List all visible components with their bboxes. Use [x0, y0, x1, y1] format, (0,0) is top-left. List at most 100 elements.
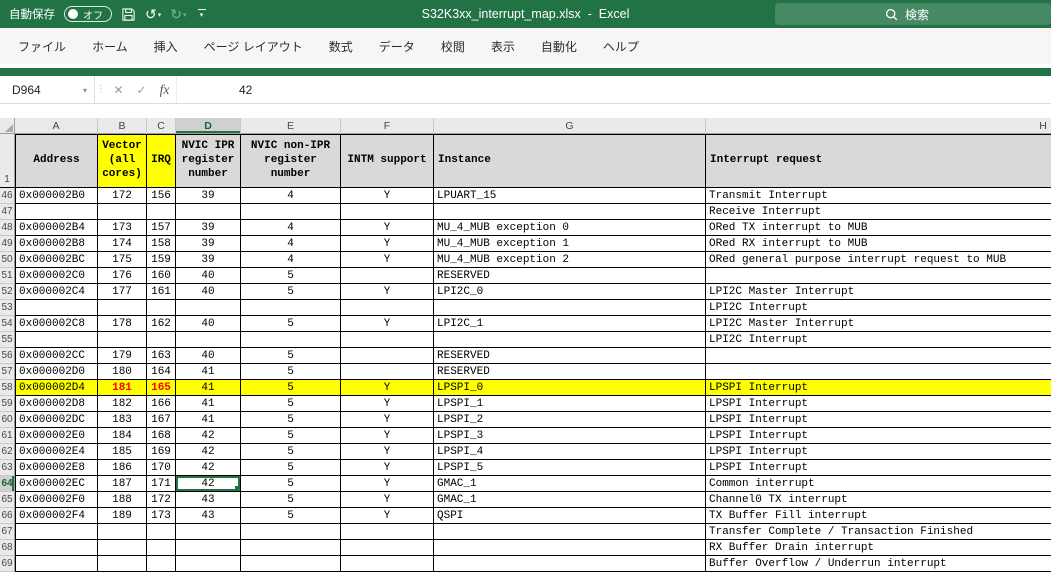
- cell-C52[interactable]: 161: [147, 284, 176, 300]
- cell-F67[interactable]: [341, 524, 434, 540]
- cell-H51[interactable]: [706, 268, 1051, 284]
- autosave-toggle[interactable]: オフ: [64, 6, 112, 22]
- cell-H61[interactable]: LPSPI Interrupt: [706, 428, 1051, 444]
- row-header-67[interactable]: 67: [0, 524, 15, 540]
- cell-D59[interactable]: 41: [176, 396, 241, 412]
- cell-H66[interactable]: TX Buffer Fill interrupt: [706, 508, 1051, 524]
- cell-H55[interactable]: LPI2C Interrupt: [706, 332, 1051, 348]
- cell-D68[interactable]: [176, 540, 241, 556]
- cell-B57[interactable]: 180: [98, 364, 147, 380]
- cell-C50[interactable]: 159: [147, 252, 176, 268]
- cell-C57[interactable]: 164: [147, 364, 176, 380]
- cell-H69[interactable]: Buffer Overflow / Underrun interrupt: [706, 556, 1051, 572]
- cell-D62[interactable]: 42: [176, 444, 241, 460]
- cell-D58[interactable]: 41: [176, 380, 241, 396]
- column-header-A[interactable]: A: [15, 118, 98, 134]
- cell-B63[interactable]: 186: [98, 460, 147, 476]
- row-header-48[interactable]: 48: [0, 220, 15, 236]
- cell-B54[interactable]: 178: [98, 316, 147, 332]
- cell-B62[interactable]: 185: [98, 444, 147, 460]
- cell-G53[interactable]: [434, 300, 706, 316]
- cell-B58[interactable]: 181: [98, 380, 147, 396]
- row-header-59[interactable]: 59: [0, 396, 15, 412]
- cell-E52[interactable]: 5: [241, 284, 341, 300]
- cell-G65[interactable]: GMAC_1: [434, 492, 706, 508]
- column-header-B[interactable]: B: [98, 118, 147, 134]
- cell-E48[interactable]: 4: [241, 220, 341, 236]
- cell-G66[interactable]: QSPI: [434, 508, 706, 524]
- cell-G47[interactable]: [434, 204, 706, 220]
- cell-D51[interactable]: 40: [176, 268, 241, 284]
- cell-G46[interactable]: LPUART_15: [434, 188, 706, 204]
- cell-H47[interactable]: Receive Interrupt: [706, 204, 1051, 220]
- ribbon-tab-2[interactable]: ホーム: [79, 28, 141, 64]
- cell-E59[interactable]: 5: [241, 396, 341, 412]
- ribbon-tab-8[interactable]: 表示: [478, 28, 528, 64]
- cell-A52[interactable]: 0x000002C4: [15, 284, 98, 300]
- cell-G57[interactable]: RESERVED: [434, 364, 706, 380]
- column-header-G[interactable]: G: [434, 118, 706, 134]
- cell-H53[interactable]: LPI2C Interrupt: [706, 300, 1051, 316]
- row-header-66[interactable]: 66: [0, 508, 15, 524]
- cell-H58[interactable]: LPSPI Interrupt: [706, 380, 1051, 396]
- cell-A47[interactable]: [15, 204, 98, 220]
- cell-E54[interactable]: 5: [241, 316, 341, 332]
- row-header-50[interactable]: 50: [0, 252, 15, 268]
- cell-D67[interactable]: [176, 524, 241, 540]
- cell-F54[interactable]: Y: [341, 316, 434, 332]
- cell-A60[interactable]: 0x000002DC: [15, 412, 98, 428]
- cell-E66[interactable]: 5: [241, 508, 341, 524]
- cell-G56[interactable]: RESERVED: [434, 348, 706, 364]
- cell-A69[interactable]: [15, 556, 98, 572]
- cell-F47[interactable]: [341, 204, 434, 220]
- row-header-68[interactable]: 68: [0, 540, 15, 556]
- cell-B52[interactable]: 177: [98, 284, 147, 300]
- cell-B64[interactable]: 187: [98, 476, 147, 492]
- row-header-52[interactable]: 52: [0, 284, 15, 300]
- cell-H62[interactable]: LPSPI Interrupt: [706, 444, 1051, 460]
- cell-C58[interactable]: 165: [147, 380, 176, 396]
- cell-C61[interactable]: 168: [147, 428, 176, 444]
- cell-G48[interactable]: MU_4_MUB exception 0: [434, 220, 706, 236]
- cell-B49[interactable]: 174: [98, 236, 147, 252]
- cell-A53[interactable]: [15, 300, 98, 316]
- row-header-64[interactable]: 64: [0, 476, 15, 492]
- cell-E65[interactable]: 5: [241, 492, 341, 508]
- row-header-65[interactable]: 65: [0, 492, 15, 508]
- cell-G54[interactable]: LPI2C_1: [434, 316, 706, 332]
- save-button[interactable]: [121, 7, 136, 22]
- header-cell-ipr[interactable]: NVIC IPR register number: [176, 134, 241, 188]
- cell-G69[interactable]: [434, 556, 706, 572]
- cell-C46[interactable]: 156: [147, 188, 176, 204]
- ribbon-tab-4[interactable]: ページ レイアウト: [191, 28, 316, 64]
- cell-D53[interactable]: [176, 300, 241, 316]
- ribbon-tab-6[interactable]: データ: [366, 28, 428, 64]
- cell-C47[interactable]: [147, 204, 176, 220]
- cell-A46[interactable]: 0x000002B0: [15, 188, 98, 204]
- cell-E53[interactable]: [241, 300, 341, 316]
- cell-F69[interactable]: [341, 556, 434, 572]
- cell-G51[interactable]: RESERVED: [434, 268, 706, 284]
- cell-E55[interactable]: [241, 332, 341, 348]
- row-header-51[interactable]: 51: [0, 268, 15, 284]
- cell-E51[interactable]: 5: [241, 268, 341, 284]
- cell-A68[interactable]: [15, 540, 98, 556]
- cell-C59[interactable]: 166: [147, 396, 176, 412]
- cell-D64[interactable]: 42: [176, 476, 241, 492]
- cell-E69[interactable]: [241, 556, 341, 572]
- insert-function-button[interactable]: fx: [153, 76, 176, 103]
- cell-F51[interactable]: [341, 268, 434, 284]
- cell-D48[interactable]: 39: [176, 220, 241, 236]
- row-header-1[interactable]: 1: [0, 134, 15, 188]
- redo-button[interactable]: ↻ ▾: [170, 7, 186, 21]
- cell-B53[interactable]: [98, 300, 147, 316]
- cell-G58[interactable]: LPSPI_0: [434, 380, 706, 396]
- cell-F62[interactable]: Y: [341, 444, 434, 460]
- cell-F64[interactable]: Y: [341, 476, 434, 492]
- cell-B46[interactable]: 172: [98, 188, 147, 204]
- customize-qat-button[interactable]: ▾: [197, 9, 206, 19]
- cell-F63[interactable]: Y: [341, 460, 434, 476]
- cell-G64[interactable]: GMAC_1: [434, 476, 706, 492]
- cell-D61[interactable]: 42: [176, 428, 241, 444]
- row-header-49[interactable]: 49: [0, 236, 15, 252]
